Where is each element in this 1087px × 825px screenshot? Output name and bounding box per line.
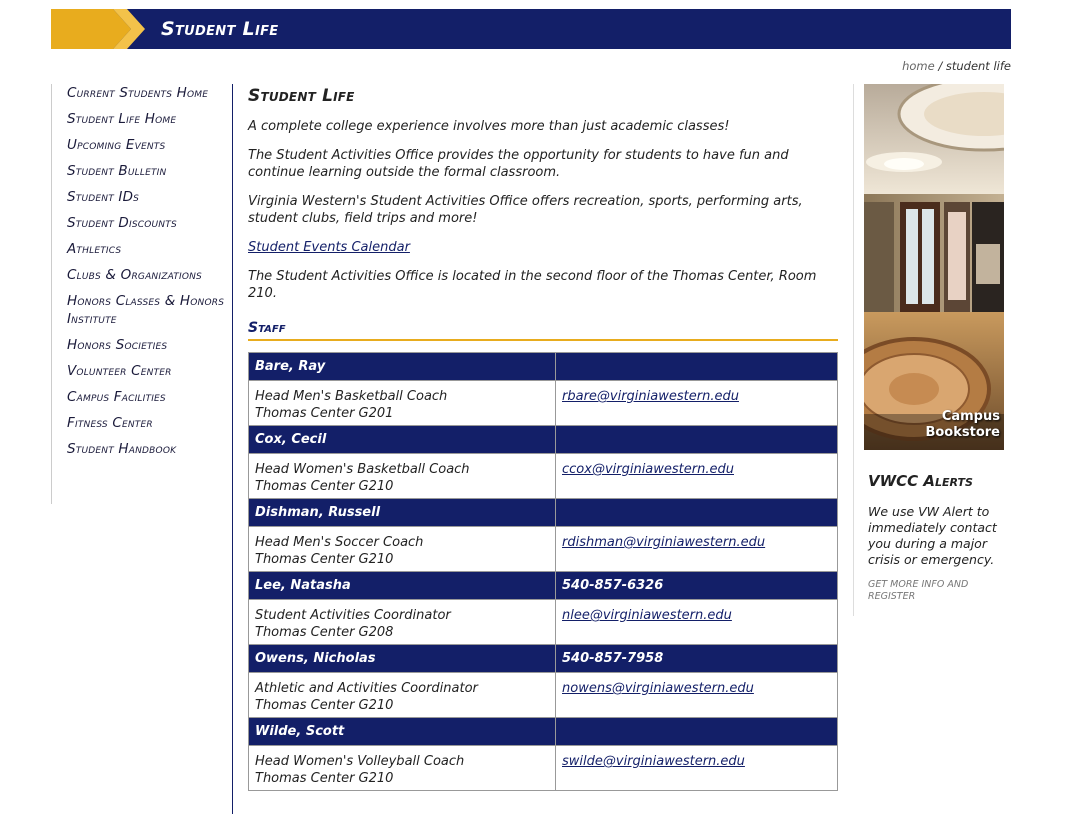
bookstore-caption-line-1: Campus: [941, 409, 1000, 424]
staff-email-link[interactable]: rdishman@virginiawestern.edu: [562, 535, 765, 550]
location-paragraph: The Student Activities Office is located…: [248, 269, 817, 301]
right-divider: [853, 84, 854, 616]
left-nav-item[interactable]: Current Students Home: [67, 84, 233, 102]
chevron-arrow-graphic: [51, 9, 145, 49]
bookstore-photo: [864, 84, 1004, 450]
left-divider: [232, 84, 233, 814]
staff-job-title: Student Activities Coordinator: [255, 608, 451, 623]
staff-detail-row: Student Activities Coordinator Thomas Cen…: [248, 599, 838, 645]
staff-location: Thomas Center G210: [255, 698, 394, 713]
student-events-calendar-link[interactable]: Student Events Calendar: [248, 240, 410, 255]
staff-detail-row: Head Men's Basketball Coach Thomas Center…: [248, 380, 838, 426]
main-content: Student Life A complete college experien…: [248, 84, 838, 791]
staff-email-cell: rbare@virginiawestern.edu: [555, 380, 838, 426]
staff-email-cell: swilde@virginiawestern.edu: [555, 745, 838, 791]
intro-paragraph-1: A complete college experience involves m…: [248, 119, 730, 134]
staff-email-cell: rdishman@virginiawestern.edu: [555, 526, 838, 572]
staff-detail-row: Head Women's Volleyball Coach Thomas Cent…: [248, 745, 838, 791]
staff-detail-row: Athletic and Activities Coordinator Thoma…: [248, 672, 838, 718]
calendar-paragraph: Student Events Calendar: [248, 239, 838, 256]
staff-job-title: Head Men's Basketball Coach: [255, 389, 448, 404]
staff-phone: [555, 352, 838, 381]
staff-name: Bare, Ray: [248, 352, 556, 381]
left-nav-item[interactable]: Campus Facilities: [67, 388, 233, 406]
staff-job-title: Head Women's Volleyball Coach: [255, 754, 465, 769]
staff-location: Thomas Center G210: [255, 552, 394, 567]
staff-info-cell: Head Women's Basketball Coach Thomas Cent…: [248, 453, 556, 499]
staff-email-link[interactable]: ccox@virginiawestern.edu: [562, 462, 734, 477]
staff-email-cell: ccox@virginiawestern.edu: [555, 453, 838, 499]
left-nav-item[interactable]: Student Life Home: [67, 110, 233, 128]
top-strip: [0, 0, 1087, 9]
left-nav-list: Current Students Home Student Life Home Up…: [67, 84, 233, 458]
breadcrumb-separator: /: [934, 59, 946, 73]
left-nav-item[interactable]: Upcoming Events: [67, 136, 233, 154]
staff-location: Thomas Center G210: [255, 771, 394, 786]
alerts-register-link[interactable]: Get more info and register: [868, 579, 1004, 603]
staff-email-link[interactable]: swilde@virginiawestern.edu: [562, 754, 745, 769]
staff-info-cell: Head Women's Volleyball Coach Thomas Cent…: [248, 745, 556, 791]
page-banner: Student Life: [51, 9, 1011, 49]
breadcrumb: home / student life: [902, 59, 1011, 73]
staff-location: Thomas Center G210: [255, 479, 394, 494]
staff-email-cell: nowens@virginiawestern.edu: [555, 672, 838, 718]
left-nav-item[interactable]: Student Bulletin: [67, 162, 233, 180]
staff-email-cell: nlee@virginiawestern.edu: [555, 599, 838, 645]
alerts-description: We use VW Alert to immediately contact y…: [868, 504, 997, 567]
staff-job-title: Head Women's Basketball Coach: [255, 462, 470, 477]
staff-header-row: Bare, Ray: [248, 352, 838, 381]
staff-header-row: Wilde, Scott: [248, 717, 838, 746]
left-nav-item[interactable]: Athletics: [67, 240, 233, 258]
staff-phone: [555, 498, 838, 527]
left-navigation: Current Students Home Student Life Home Up…: [51, 84, 233, 504]
left-nav-item[interactable]: Student IDs: [67, 188, 233, 206]
staff-job-title: Athletic and Activities Coordinator: [255, 681, 478, 696]
bookstore-caption: Campus Bookstore: [925, 409, 1000, 441]
staff-header-row: Cox, Cecil: [248, 425, 838, 454]
staff-location: Thomas Center G201: [255, 406, 394, 421]
breadcrumb-current: student life: [945, 59, 1011, 73]
staff-phone: [555, 717, 838, 746]
staff-table: Bare, Ray Head Men's Basketball Coach Thom…: [248, 352, 838, 791]
staff-phone: [555, 425, 838, 454]
staff-header-row: Owens, Nicholas 540-857-7958: [248, 644, 838, 673]
staff-detail-row: Head Women's Basketball Coach Thomas Cent…: [248, 453, 838, 499]
staff-info-cell: Head Men's Soccer Coach Thomas Center G21…: [248, 526, 556, 572]
intro-paragraph-3: Virginia Western's Student Activities Of…: [248, 194, 803, 226]
staff-info-cell: Athletic and Activities Coordinator Thoma…: [248, 672, 556, 718]
page-title: Student Life: [248, 86, 355, 106]
breadcrumb-home-link[interactable]: home: [902, 59, 935, 73]
left-nav-item[interactable]: Student Discounts: [67, 214, 233, 232]
left-nav-item[interactable]: Student Handbook: [67, 440, 233, 458]
staff-name: Wilde, Scott: [248, 717, 556, 746]
banner-title: Student Life: [161, 18, 279, 40]
staff-name: Cox, Cecil: [248, 425, 556, 454]
staff-location: Thomas Center G208: [255, 625, 394, 640]
campus-bookstore-banner[interactable]: Campus Bookstore: [864, 84, 1004, 450]
left-nav-item[interactable]: Volunteer Center: [67, 362, 233, 380]
bookstore-caption-line-2: Bookstore: [925, 425, 1000, 440]
left-nav-item[interactable]: Honors Classes & Honors Institute: [67, 292, 233, 328]
staff-email-link[interactable]: nowens@virginiawestern.edu: [562, 681, 754, 696]
staff-detail-row: Head Men's Soccer Coach Thomas Center G21…: [248, 526, 838, 572]
staff-job-title: Head Men's Soccer Coach: [255, 535, 424, 550]
left-nav-item[interactable]: Honors Societies: [67, 336, 233, 354]
left-nav-item[interactable]: Fitness Center: [67, 414, 233, 432]
staff-heading: Staff: [248, 320, 838, 341]
staff-name: Owens, Nicholas: [248, 644, 556, 673]
staff-header-row: Lee, Natasha 540-857-6326: [248, 571, 838, 600]
staff-header-row: Dishman, Russell: [248, 498, 838, 527]
staff-email-link[interactable]: nlee@virginiawestern.edu: [562, 608, 732, 623]
right-sidebar: Campus Bookstore VWCC Alerts We use VW A…: [864, 84, 1004, 603]
staff-info-cell: Head Men's Basketball Coach Thomas Center…: [248, 380, 556, 426]
staff-phone: 540-857-7958: [555, 644, 838, 673]
staff-name: Dishman, Russell: [248, 498, 556, 527]
left-nav-item[interactable]: Clubs & Organizations: [67, 266, 233, 284]
alerts-title: VWCC Alerts: [868, 472, 973, 490]
staff-phone: 540-857-6326: [555, 571, 838, 600]
staff-info-cell: Student Activities Coordinator Thomas Cen…: [248, 599, 556, 645]
staff-email-link[interactable]: rbare@virginiawestern.edu: [562, 389, 739, 404]
staff-name: Lee, Natasha: [248, 571, 556, 600]
intro-paragraph-2: The Student Activities Office provides t…: [248, 148, 789, 180]
